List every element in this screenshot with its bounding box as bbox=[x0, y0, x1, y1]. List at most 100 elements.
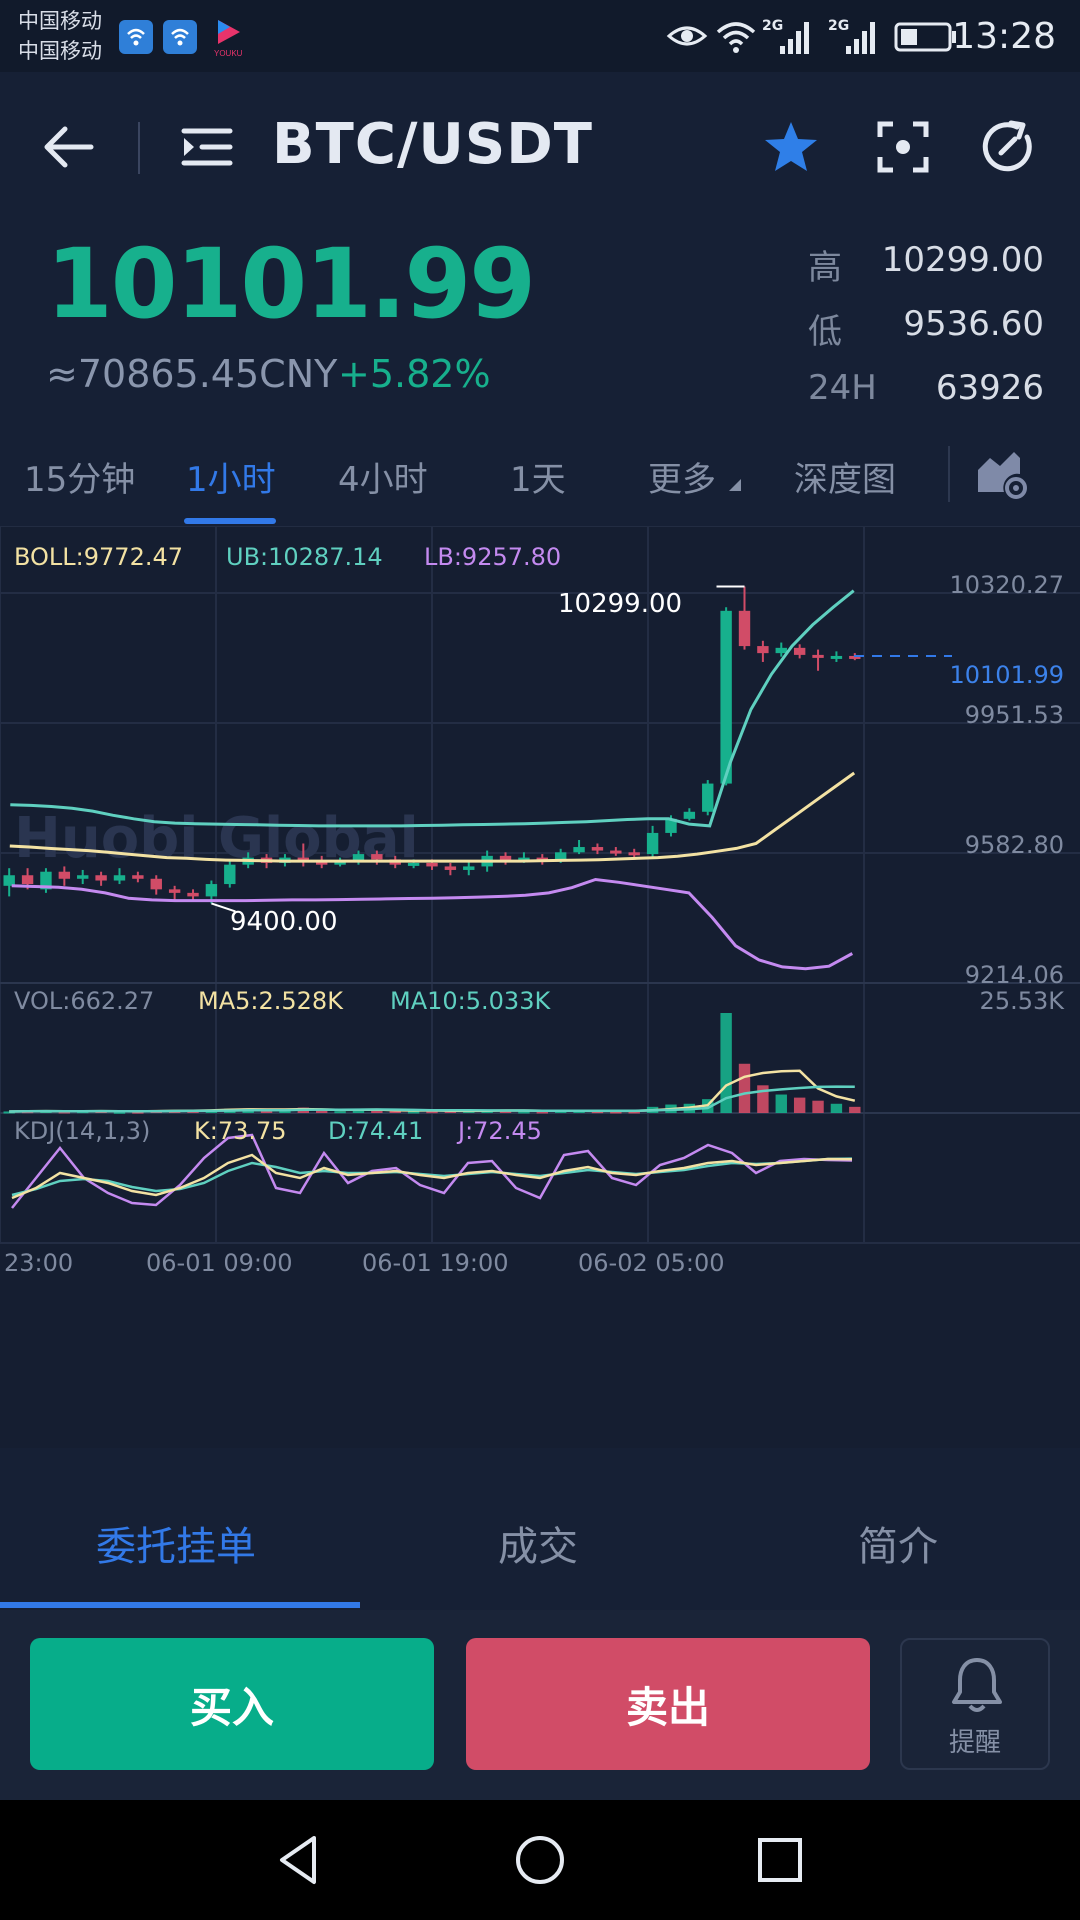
tab-open-orders[interactable]: 委托挂单 bbox=[96, 1514, 256, 1572]
candle-body bbox=[591, 847, 604, 851]
eye-icon bbox=[666, 26, 708, 46]
volume-bar bbox=[775, 1094, 787, 1113]
order-tabs: 委托挂单 成交 简介 bbox=[0, 1476, 1080, 1610]
boll-value: BOLL:9772.47 bbox=[14, 543, 184, 571]
fullscreen-button[interactable] bbox=[868, 112, 938, 182]
buy-button[interactable]: 买入 bbox=[30, 1638, 434, 1770]
volume-bar bbox=[812, 1100, 824, 1113]
volume-bar bbox=[407, 1111, 420, 1114]
price-cny: ≈70865.45CNY bbox=[46, 352, 338, 396]
high-label: 高 bbox=[808, 248, 842, 288]
volume-label: 24H bbox=[808, 368, 877, 408]
candle-body bbox=[554, 852, 567, 860]
candle-body bbox=[132, 875, 144, 879]
volume-value: 63926 bbox=[935, 368, 1044, 408]
candle-body bbox=[77, 875, 89, 879]
tab-15m[interactable]: 15分钟 bbox=[24, 452, 135, 501]
max-price-label: 10299.00 bbox=[558, 589, 683, 619]
nav-back-icon[interactable] bbox=[270, 1830, 330, 1890]
nav-recents-icon[interactable] bbox=[750, 1830, 810, 1890]
candle-body bbox=[793, 647, 806, 655]
candle-body bbox=[610, 850, 622, 854]
status-bar: 中国移动 中国移动 YOUKU 2G 2G 13:28 bbox=[0, 0, 1080, 72]
kdj-j-value: J:72.45 bbox=[458, 1117, 542, 1145]
ma10-value: MA10:5.033K bbox=[390, 987, 551, 1015]
bell-icon bbox=[952, 1658, 1002, 1712]
tab-1h[interactable]: 1小时 bbox=[186, 452, 276, 501]
candle-body bbox=[812, 654, 824, 658]
wifi-calling-icon bbox=[163, 20, 197, 54]
volume-bar bbox=[738, 1063, 751, 1113]
nav-home-icon[interactable] bbox=[510, 1830, 570, 1890]
volume-bar bbox=[334, 1111, 346, 1114]
high-value: 10299.00 bbox=[881, 240, 1044, 280]
candle-body bbox=[371, 854, 383, 860]
youku-icon: YOUKU bbox=[214, 20, 243, 58]
candle-body bbox=[683, 811, 696, 819]
price-change: +5.82% bbox=[338, 352, 491, 396]
back-button[interactable] bbox=[34, 112, 104, 182]
last-price-axis-label: 10101.99 bbox=[949, 661, 1064, 689]
tab-1d[interactable]: 1天 bbox=[510, 452, 566, 501]
candle-body bbox=[738, 610, 751, 647]
ma5-value: MA5:2.528K bbox=[198, 987, 343, 1015]
time-axis-label: 06-01 09:00 bbox=[146, 1249, 293, 1277]
pair-menu-button[interactable] bbox=[172, 112, 242, 182]
signal-icon bbox=[846, 22, 875, 54]
tab-trades[interactable]: 成交 bbox=[498, 1514, 578, 1572]
action-bar: 买入 卖出 提醒 bbox=[0, 1610, 1080, 1800]
header: BTC/USDT bbox=[0, 72, 1080, 222]
tab-intro[interactable]: 简介 bbox=[858, 1514, 938, 1572]
price-axis-label: 9214.06 bbox=[964, 961, 1064, 989]
candle-body bbox=[757, 646, 769, 654]
menu-list-icon bbox=[181, 128, 233, 166]
header-divider bbox=[138, 122, 140, 174]
favorite-button[interactable] bbox=[756, 112, 826, 182]
price-alert-button[interactable]: 提醒 bbox=[900, 1638, 1050, 1770]
min-price-label: 9400.00 bbox=[230, 907, 338, 937]
candle-body bbox=[702, 783, 714, 812]
price-axis-label: 9582.80 bbox=[964, 831, 1064, 859]
candle-body bbox=[573, 847, 585, 853]
candle-body bbox=[3, 875, 15, 886]
volume-axis-label: 25.53K bbox=[979, 987, 1064, 1015]
low-label: 低 bbox=[808, 312, 842, 352]
refresh-icon bbox=[982, 120, 1032, 172]
carrier-name: 中国移动 bbox=[18, 9, 102, 33]
candle-body bbox=[426, 862, 438, 867]
candle-body bbox=[628, 852, 640, 856]
volume-bar bbox=[849, 1106, 861, 1113]
tabs-divider bbox=[948, 446, 950, 502]
chart-settings-button[interactable] bbox=[976, 448, 1030, 502]
kline-chart[interactable]: Huobi Global BOLL:9772.47 UB:10287.14 LB… bbox=[0, 526, 1080, 1448]
refresh-button[interactable] bbox=[974, 112, 1044, 182]
sell-button[interactable]: 卖出 bbox=[466, 1638, 870, 1770]
battery-icon bbox=[894, 22, 956, 52]
candle-body bbox=[224, 864, 236, 885]
candle-body bbox=[830, 655, 843, 659]
vol-value: VOL:662.27 bbox=[14, 987, 155, 1015]
candle-body bbox=[407, 862, 420, 866]
kdj-d-value: D:74.41 bbox=[328, 1117, 424, 1145]
tab-depth[interactable]: 深度图 bbox=[794, 452, 896, 501]
triangle-down-icon bbox=[728, 479, 741, 491]
tab-4h[interactable]: 4小时 bbox=[338, 452, 428, 501]
tab-more[interactable]: 更多 bbox=[648, 452, 741, 501]
system-nav-bar bbox=[0, 1800, 1080, 1920]
tab-more-label: 更多 bbox=[648, 460, 716, 500]
kdj-label: KDJ(14,1,3) bbox=[14, 1117, 151, 1145]
candle-body bbox=[95, 875, 107, 881]
alert-label: 提醒 bbox=[948, 1728, 1001, 1758]
order-tab-indicator bbox=[0, 1602, 360, 1608]
tab-active-indicator bbox=[184, 518, 276, 524]
ub-value: UB:10287.14 bbox=[226, 543, 383, 571]
pair-title: BTC/USDT bbox=[272, 112, 593, 177]
price-axis-label: 10320.27 bbox=[949, 571, 1064, 599]
price-axis-label: 9951.53 bbox=[964, 701, 1064, 729]
time-axis-label: 06-02 05:00 bbox=[578, 1249, 725, 1277]
clock: 13:28 bbox=[952, 16, 1056, 57]
candle-body bbox=[463, 866, 475, 870]
time-axis-label: 23:00 bbox=[4, 1249, 74, 1277]
candle-body bbox=[646, 832, 659, 855]
chart-settings-icon bbox=[978, 452, 1027, 499]
